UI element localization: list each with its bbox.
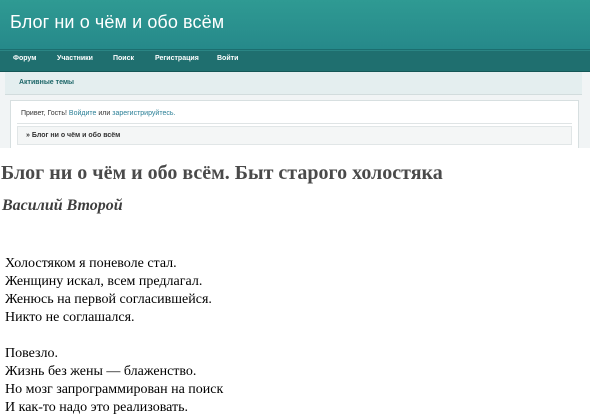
breadcrumb-item[interactable]: » Блог ни о чём и обо всём xyxy=(26,132,120,139)
forum-nav: Форум Участники Поиск Регистрация Войти xyxy=(0,50,590,72)
nav-members[interactable]: Участники xyxy=(57,55,93,62)
poem-line: Женюсь на первой согласившейся. xyxy=(5,292,212,307)
forum-screenshot: Блог ни о чём и обо всём Форум Участники… xyxy=(0,0,590,148)
forum-header: Блог ни о чём и обо всём xyxy=(0,0,590,50)
nav-login[interactable]: Войти xyxy=(217,55,238,62)
article-title: Блог ни о чём и обо всём. Быт старого хо… xyxy=(1,162,443,184)
poem-line: Повезло. xyxy=(5,346,59,361)
forum-subbar: Активные темы xyxy=(5,72,582,95)
nav-forum[interactable]: Форум xyxy=(13,55,36,62)
poem-line: Холостяком я поневоле стал. xyxy=(5,256,177,271)
greeting: Привет, Гость! Войдите или зарегистрируй… xyxy=(21,110,175,117)
poem-text: Холостяком я поневоле стал. Женщину иска… xyxy=(5,255,223,417)
article-author: Василий Второй xyxy=(2,197,123,214)
nav-register[interactable]: Регистрация xyxy=(155,55,199,62)
active-topics-link[interactable]: Активные темы xyxy=(19,79,74,86)
greeting-or: или xyxy=(98,110,111,117)
forum-panel: Привет, Гость! Войдите или зарегистрируй… xyxy=(10,100,579,148)
poem-line: Никто не соглашался. xyxy=(5,310,135,325)
poem-line: Но мозг запрограммирован на поиск xyxy=(5,382,224,397)
forum-title[interactable]: Блог ни о чём и обо всём xyxy=(10,12,224,33)
login-link[interactable]: Войдите xyxy=(69,110,97,117)
poem-line: Жизнь без жены — блаженство. xyxy=(5,364,197,379)
divider xyxy=(17,123,572,124)
greeting-text: Привет, Гость! xyxy=(21,110,67,117)
register-link[interactable]: зарегистрируйтесь. xyxy=(112,110,175,117)
nav-search[interactable]: Поиск xyxy=(113,55,134,62)
poem-line: И как-то надо это реализовать. xyxy=(5,400,189,415)
poem-line: Женщину искал, всем предлагал. xyxy=(5,274,203,289)
stanza-gap xyxy=(5,327,223,345)
breadcrumb: » Блог ни о чём и обо всём xyxy=(17,126,572,145)
